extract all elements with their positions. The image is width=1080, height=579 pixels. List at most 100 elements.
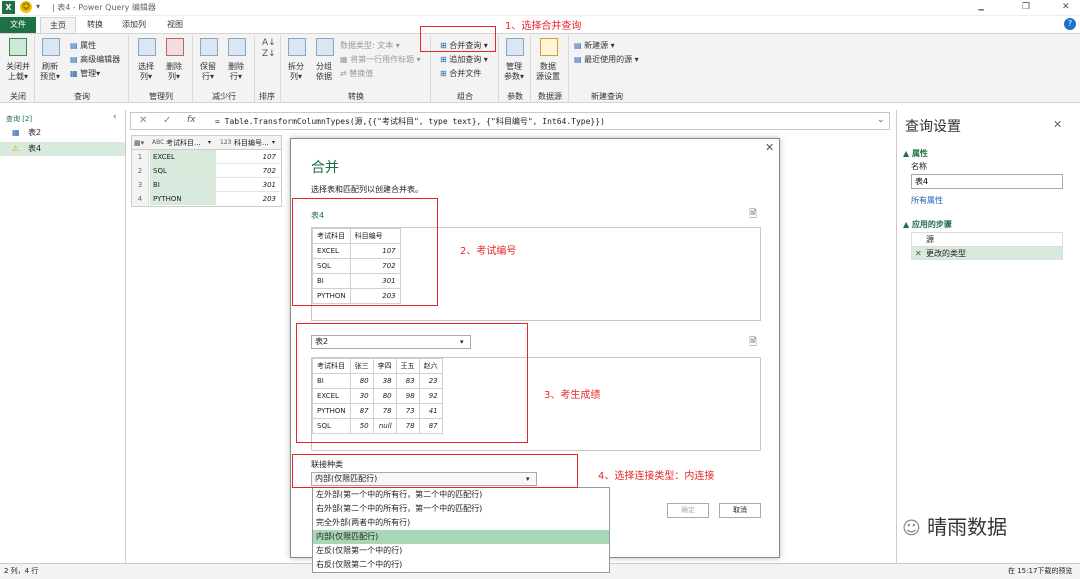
replace-values-button[interactable]: ⇄ 替换值 — [340, 68, 373, 79]
all-properties-link[interactable]: 所有属性 — [911, 195, 943, 206]
commit-formula-icon[interactable]: ✓ — [163, 115, 171, 126]
group-by-button[interactable]: 分组 依据 — [314, 38, 334, 82]
choose-columns-icon — [138, 38, 156, 56]
cancel-formula-icon[interactable]: ✕ — [139, 115, 147, 126]
close-load-button[interactable]: 关闭并 上载▾ — [6, 38, 30, 82]
annotation-1: 1、选择合并查询 — [505, 21, 582, 32]
cell[interactable]: 702 — [218, 164, 280, 178]
remove-rows-button[interactable]: 删除 行▾ — [226, 38, 246, 82]
delete-step-icon[interactable]: ✕ — [915, 247, 922, 261]
properties-label: 属性 — [80, 41, 97, 50]
cell[interactable]: 203 — [218, 192, 280, 206]
table-row[interactable]: 3 BI 301 — [132, 178, 281, 192]
column-header-code[interactable]: 科目编号... — [234, 136, 269, 150]
type-text-icon[interactable]: ABC — [152, 136, 164, 150]
parameters-icon — [506, 38, 524, 56]
params-label2: 参数▾ — [504, 72, 525, 81]
join-kind-dropdown-list: 左外部(第一个中的所有行，第二个中的匹配行) 右外部(第二个中的所有行，第一个中… — [312, 487, 610, 573]
cell[interactable]: SQL — [150, 164, 216, 177]
refresh-label2: 预览▾ — [40, 72, 61, 81]
query-item-table4[interactable]: ⚠ 表4 — [0, 142, 125, 156]
join-option-full-outer[interactable]: 完全外部(两者中的所有行) — [313, 516, 609, 530]
sort-ascending-icon[interactable]: A↓ Z↓ — [262, 38, 276, 60]
refresh-preview-button[interactable]: 刷新 预览▾ — [40, 38, 60, 82]
advanced-editor-button[interactable]: ▤ 高级编辑器 — [70, 54, 120, 65]
tab-add-column[interactable]: 添加列 — [114, 17, 154, 33]
ok-button[interactable]: 确定 — [667, 503, 709, 518]
advanced-editor-label: 高级编辑器 — [80, 55, 121, 64]
highlight-join-kind — [292, 454, 578, 488]
combine-files-button[interactable]: ⊞ 合并文件 — [440, 68, 481, 79]
column-filter-icon[interactable]: ▾ — [272, 136, 275, 150]
cell[interactable]: 107 — [218, 150, 280, 164]
first-row-icon: ▦ — [340, 55, 348, 64]
join-option-right-anti[interactable]: 右反(仅限第二个中的行) — [313, 558, 609, 571]
split-label2: 列▾ — [289, 72, 302, 81]
cell[interactable]: BI — [150, 178, 216, 191]
cancel-button[interactable]: 取消 — [719, 503, 761, 518]
tab-transform[interactable]: 转换 — [80, 17, 110, 33]
keep-rows-button[interactable]: 保留 行▾ — [198, 38, 218, 82]
query-name-input[interactable] — [911, 174, 1063, 189]
data-type-dropdown[interactable]: 数据类型: 文本 ▾ — [340, 40, 400, 51]
feedback-smiley-icon[interactable]: ☺ — [20, 1, 32, 13]
join-option-inner[interactable]: 内部(仅限匹配行) — [313, 530, 609, 544]
expand-formula-icon[interactable]: ⌄ — [877, 115, 885, 125]
manage-parameters-button[interactable]: 管理 参数▾ — [504, 38, 524, 82]
step-item[interactable]: 源 — [911, 232, 1063, 246]
append-queries-button[interactable]: ⊞ 追加查询 ▾ — [440, 54, 488, 65]
column-header-subject[interactable]: 考试科目... — [166, 136, 201, 150]
properties-button[interactable]: ▤ 属性 — [70, 40, 96, 51]
group-label: 分组 — [316, 62, 332, 71]
preview-file-icon[interactable]: 🗎 — [749, 207, 757, 224]
query-item-table2[interactable]: ▦ 表2 — [0, 126, 125, 140]
join-option-right-outer[interactable]: 右外部(第二个中的所有行，第一个中的匹配行) — [313, 502, 609, 516]
maximize-icon[interactable]: ❐ — [1022, 2, 1030, 12]
table-menu-icon[interactable]: ▦▾ — [134, 136, 144, 150]
table-row[interactable]: 4 PYTHON 203 — [132, 192, 281, 206]
table-row[interactable]: 1 EXCEL 107 — [132, 150, 281, 164]
watermark-text: 晴雨数据 — [927, 515, 1008, 539]
use-first-row-button[interactable]: ▦ 将第一行用作标题 ▾ — [340, 54, 421, 65]
highlight-table2 — [296, 323, 528, 443]
column-filter-icon[interactable]: ▾ — [208, 136, 211, 150]
join-option-left-anti[interactable]: 左反(仅限第一个中的行) — [313, 544, 609, 558]
tab-file[interactable]: 文件 — [0, 17, 36, 33]
step-item-selected[interactable]: ✕ 更改的类型 — [911, 246, 1063, 260]
remove-columns-button[interactable]: 删除 列▾ — [164, 38, 184, 82]
tab-view[interactable]: 视图 — [158, 17, 192, 33]
cell[interactable]: EXCEL — [150, 150, 216, 163]
choose-columns-button[interactable]: 选择 列▾ — [136, 38, 156, 82]
highlight-table4 — [292, 198, 438, 306]
row-number: 4 — [132, 192, 149, 206]
manage-button[interactable]: ▦ 管理▾ — [70, 68, 100, 79]
collapse-icon[interactable]: ‹ — [113, 112, 117, 122]
new-source-button[interactable]: ▤ 新建源 ▾ — [574, 40, 615, 51]
cell[interactable]: 301 — [218, 178, 280, 192]
properties-section[interactable]: ▲ 属性 — [903, 148, 928, 159]
close-icon[interactable]: ✕ — [1062, 2, 1070, 12]
warning-icon: ⚠ — [12, 144, 20, 153]
dialog-subtitle: 选择表和匹配列以创建合并表。 — [311, 185, 423, 194]
data-grid: ▦▾ ABC 考试科目... ▾ 123 科目编号... ▾ 1 EXCEL 107… — [131, 135, 282, 207]
close-pane-icon[interactable]: ✕ — [1053, 118, 1062, 131]
applied-steps-section[interactable]: ▲ 应用的步骤 — [903, 219, 952, 230]
fx-icon[interactable]: fx — [187, 115, 196, 125]
data-source-settings-button[interactable]: 数据 源设置 — [536, 38, 560, 82]
split-label: 拆分 — [288, 62, 304, 71]
tab-home[interactable]: 主页 — [40, 17, 76, 33]
table-row[interactable]: 2 SQL 702 — [132, 164, 281, 178]
type-number-icon[interactable]: 123 — [220, 136, 231, 150]
dialog-close-icon[interactable]: ✕ — [765, 141, 774, 154]
join-option-left-outer[interactable]: 左外部(第一个中的所有行，第二个中的匹配行) — [313, 488, 609, 502]
grid-header-row: ▦▾ ABC 考试科目... ▾ 123 科目编号... ▾ — [132, 136, 281, 150]
cell[interactable]: PYTHON — [150, 192, 216, 205]
formula-text[interactable]: = Table.TransformColumnTypes(源,{{"考试科目",… — [215, 116, 605, 127]
recent-sources-icon: ▤ — [574, 55, 582, 64]
help-icon[interactable]: ? — [1064, 18, 1076, 30]
group-label-transform: 转换 — [348, 92, 364, 101]
recent-sources-button[interactable]: ▤ 最近使用的源 ▾ — [574, 54, 639, 65]
preview-file-icon[interactable]: 🗎 — [749, 335, 757, 352]
quick-access-dropdown-icon[interactable]: ▾ — [36, 2, 40, 11]
split-column-button[interactable]: 拆分 列▾ — [286, 38, 306, 82]
